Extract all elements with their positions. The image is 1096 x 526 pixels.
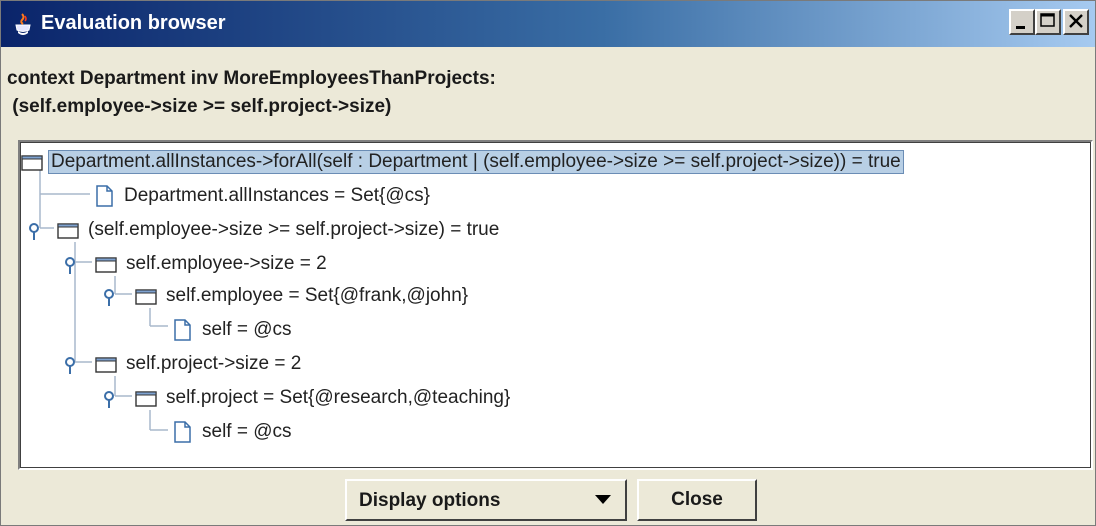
close-button[interactable]: Close: [637, 479, 757, 521]
tree-node-self-cs-2[interactable]: self = @cs: [170, 416, 296, 448]
leaf-document-icon: [174, 319, 191, 341]
close-window-button[interactable]: [1063, 9, 1089, 35]
folder-icon: [57, 223, 79, 239]
chevron-down-icon: [595, 495, 611, 504]
title-bar[interactable]: Evaluation browser: [1, 1, 1095, 47]
context-heading: context Department inv MoreEmployeesThan…: [7, 65, 496, 121]
tree-node-label: (self.employee->size >= self.project->si…: [88, 219, 500, 240]
context-line-1: context Department inv MoreEmployeesThan…: [7, 68, 496, 89]
evaluation-browser-window: Evaluation browser context Department in…: [0, 0, 1096, 526]
minimize-icon: [1016, 26, 1025, 29]
leaf-document-icon: [174, 421, 191, 443]
leaf-document-icon: [96, 185, 113, 207]
window-title: Evaluation browser: [41, 12, 226, 34]
tree-node-all-instances[interactable]: Department.allInstances = Set{@cs}: [92, 180, 434, 212]
tree-node-employee-size[interactable]: self.employee->size = 2: [94, 248, 331, 280]
maximize-button[interactable]: [1035, 9, 1061, 35]
tree-node-comparison[interactable]: (self.employee->size >= self.project->si…: [56, 214, 503, 246]
java-cup-icon: [15, 13, 31, 35]
tree-node-self-cs-1[interactable]: self = @cs: [170, 314, 296, 346]
evaluation-tree[interactable]: Department.allInstances->forAll(self : D…: [18, 140, 1093, 470]
tree-node-label: self.project = Set{@research,@teaching}: [166, 387, 511, 408]
tree-node-root[interactable]: Department.allInstances->forAll(self : D…: [20, 146, 904, 178]
tree-node-label: self.project->size = 2: [126, 353, 302, 374]
folder-icon: [135, 391, 157, 407]
minimize-button[interactable]: [1009, 9, 1035, 35]
display-options-dropdown[interactable]: Display options: [345, 479, 627, 521]
tree-node-label: Department.allInstances = Set{@cs}: [124, 185, 431, 206]
close-icon: [1069, 14, 1083, 28]
tree-node-label: self = @cs: [202, 319, 292, 340]
tree-node-project-size[interactable]: self.project->size = 2: [94, 348, 305, 380]
tree-node-label: self = @cs: [202, 421, 292, 442]
context-line-2: (self.employee->size >= self.project->si…: [7, 96, 392, 117]
folder-icon: [95, 357, 117, 373]
tree-node-label: Department.allInstances->forAll(self : D…: [48, 150, 904, 174]
display-options-label: Display options: [359, 490, 501, 511]
folder-icon: [135, 289, 157, 305]
maximize-icon: [1040, 13, 1055, 27]
folder-icon: [95, 257, 117, 273]
tree-node-project-set[interactable]: self.project = Set{@research,@teaching}: [134, 382, 514, 414]
tree-node-label: self.employee->size = 2: [126, 253, 327, 274]
tree-node-employee-set[interactable]: self.employee = Set{@frank,@john}: [134, 280, 472, 312]
tree-node-label: self.employee = Set{@frank,@john}: [166, 285, 469, 306]
folder-icon: [21, 155, 43, 171]
